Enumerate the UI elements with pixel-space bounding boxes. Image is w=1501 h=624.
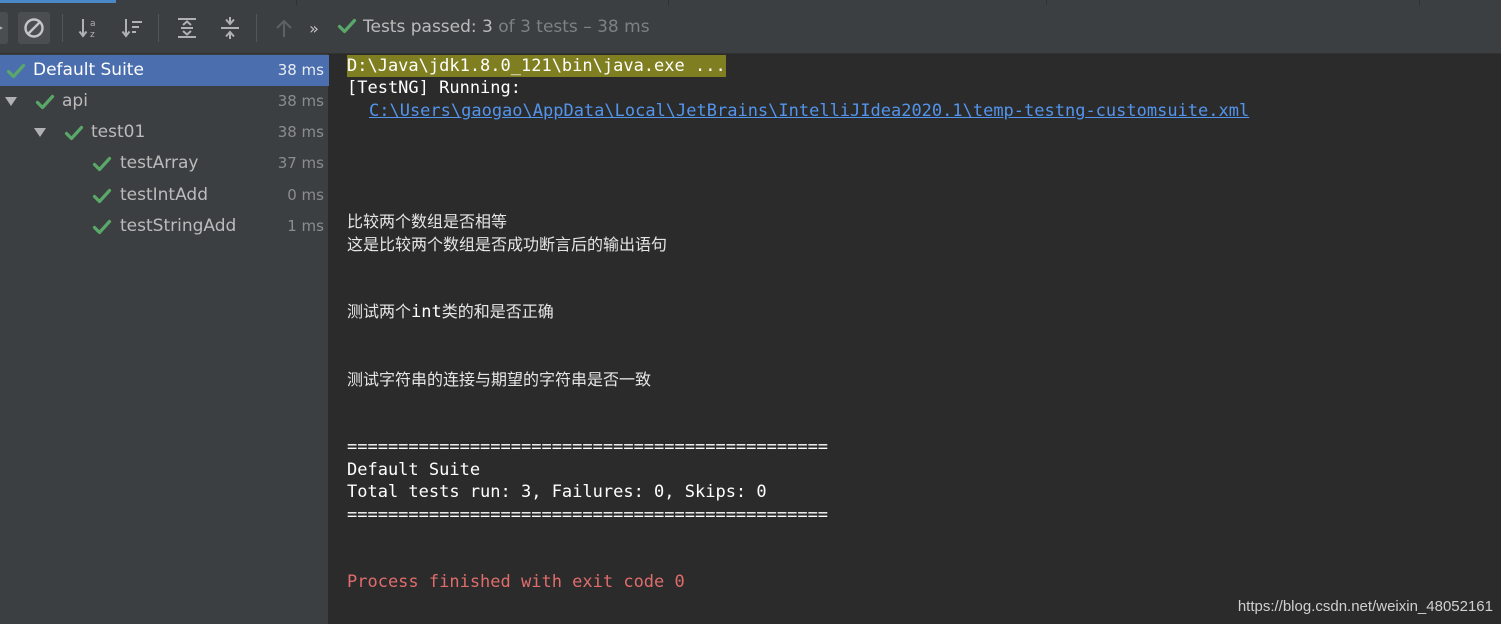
test-status-summary: Tests passed: 3 of 3 tests – 38 ms <box>363 16 650 38</box>
summary-suite-name: Default Suite <box>347 460 481 480</box>
tree-item-duration: 37 ms <box>277 154 324 172</box>
rerun-failed-icon[interactable] <box>0 12 8 44</box>
tree-item-label: Default Suite <box>33 60 144 80</box>
tree-item-duration: 38 ms <box>277 61 324 79</box>
tab-divider <box>296 0 297 5</box>
tab-strip <box>0 0 1501 5</box>
tree-item-teststringadd[interactable]: testStringAdd 1 ms <box>0 211 329 242</box>
active-tab-indicator <box>0 0 116 3</box>
summary-separator-top: ========================================… <box>347 437 829 457</box>
tab-divider <box>1046 0 1047 5</box>
tree-item-testarray[interactable]: testArray 37 ms <box>0 148 329 179</box>
output-line-1: 比较两个数组是否相等 <box>347 212 508 231</box>
testng-running-line: [TestNG] Running: <box>347 78 521 98</box>
suite-file-link[interactable]: C:\Users\gaogao\AppData\Local\JetBrains\… <box>369 100 1249 122</box>
svg-text:a: a <box>90 19 96 29</box>
passed-check-icon <box>92 219 112 235</box>
summary-separator-bottom: ========================================… <box>347 505 829 525</box>
tab-divider <box>1419 0 1420 5</box>
sort-alphabetically-icon[interactable]: a z <box>74 12 106 44</box>
test-runner-toolbar: a z » Tests passed: 3 of 3 tests – 38 ms <box>0 0 1501 54</box>
toolbar-separator <box>256 14 257 42</box>
expand-all-icon[interactable] <box>171 12 203 44</box>
sort-by-duration-icon[interactable] <box>117 12 149 44</box>
tree-item-testintadd[interactable]: testIntAdd 0 ms <box>0 180 329 211</box>
tests-passed-check-icon <box>337 18 357 34</box>
svg-text:z: z <box>90 30 95 40</box>
more-actions-icon[interactable]: » <box>303 12 325 44</box>
test-results-tree: Default Suite 38 ms api 38 ms test01 38 … <box>0 54 329 624</box>
watermark: https://blog.csdn.net/weixin_48052161 <box>1237 598 1493 615</box>
output-line-3-post: 类的和是否正确 <box>441 302 554 321</box>
toolbar-separator <box>158 14 159 42</box>
passed-check-icon <box>64 125 84 141</box>
tree-item-duration: 38 ms <box>277 92 324 110</box>
output-line-3-pre: 测试两个 <box>347 302 412 321</box>
tab-divider <box>668 0 669 5</box>
tree-item-label: testArray <box>120 153 199 173</box>
status-prefix: Tests passed: <box>363 17 483 37</box>
process-exit-line: Process finished with exit code 0 <box>347 572 685 592</box>
toolbar-separator <box>62 14 63 42</box>
previous-test-icon[interactable] <box>269 12 299 44</box>
console-output[interactable]: D:\Java\jdk1.8.0_121\bin\java.exe ... [T… <box>330 54 1501 624</box>
tree-item-test01[interactable]: test01 38 ms <box>0 117 329 148</box>
tree-item-label: testStringAdd <box>120 216 237 236</box>
summary-totals: Total tests run: 3, Failures: 0, Skips: … <box>347 482 767 502</box>
passed-check-icon <box>6 63 26 79</box>
passed-check-icon <box>92 156 112 172</box>
tree-item-label: api <box>62 91 88 111</box>
tree-item-api[interactable]: api 38 ms <box>0 86 329 117</box>
output-line-4: 测试字符串的连接与期望的字符串是否一致 <box>347 370 652 389</box>
tree-item-label: testIntAdd <box>120 185 209 205</box>
output-line-3: 测试两个int类的和是否正确 <box>347 301 554 323</box>
expand-arrow-icon[interactable] <box>4 94 18 108</box>
passed-check-icon <box>92 188 112 204</box>
output-line-3-code: int <box>411 302 442 322</box>
status-suffix: of 3 tests – 38 ms <box>492 17 650 37</box>
tree-item-label: test01 <box>91 122 146 142</box>
passed-check-icon <box>35 94 55 110</box>
java-command-line[interactable]: D:\Java\jdk1.8.0_121\bin\java.exe ... <box>347 55 726 77</box>
collapse-all-icon[interactable] <box>214 12 246 44</box>
output-line-2: 这是比较两个数组是否成功断言后的输出语句 <box>347 235 668 254</box>
tree-item-duration: 0 ms <box>287 186 324 204</box>
tree-item-default-suite[interactable]: Default Suite 38 ms <box>0 55 329 86</box>
tree-item-duration: 1 ms <box>287 217 324 235</box>
stop-icon[interactable] <box>18 12 50 44</box>
passed-count: 3 <box>482 17 493 37</box>
tree-item-duration: 38 ms <box>277 123 324 141</box>
expand-arrow-icon[interactable] <box>33 125 47 139</box>
